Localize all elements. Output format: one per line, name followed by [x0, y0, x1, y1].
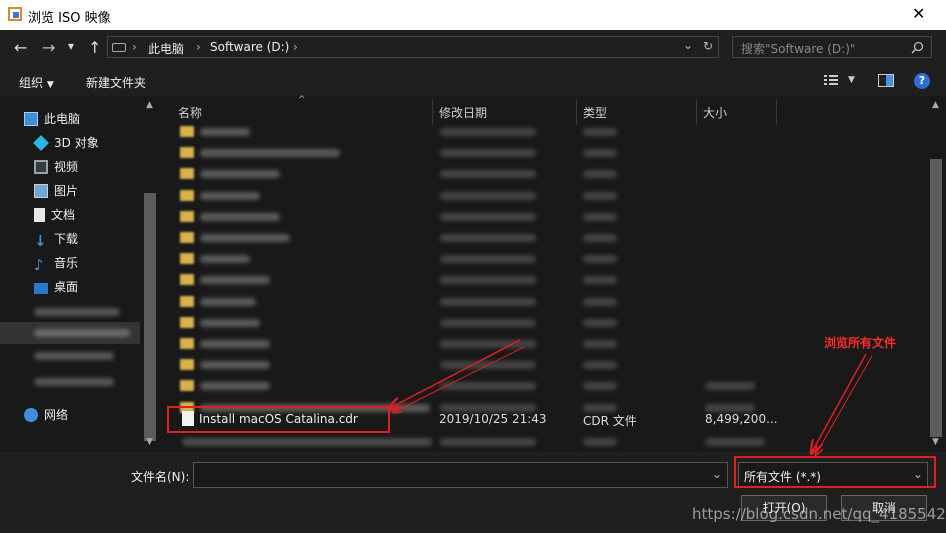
annotation-arrows [0, 339, 873, 533]
annotation-label: 浏览所有文件 [824, 336, 897, 350]
watermark-text: https://blog.csdn.net/qq_41855420 [692, 505, 946, 523]
